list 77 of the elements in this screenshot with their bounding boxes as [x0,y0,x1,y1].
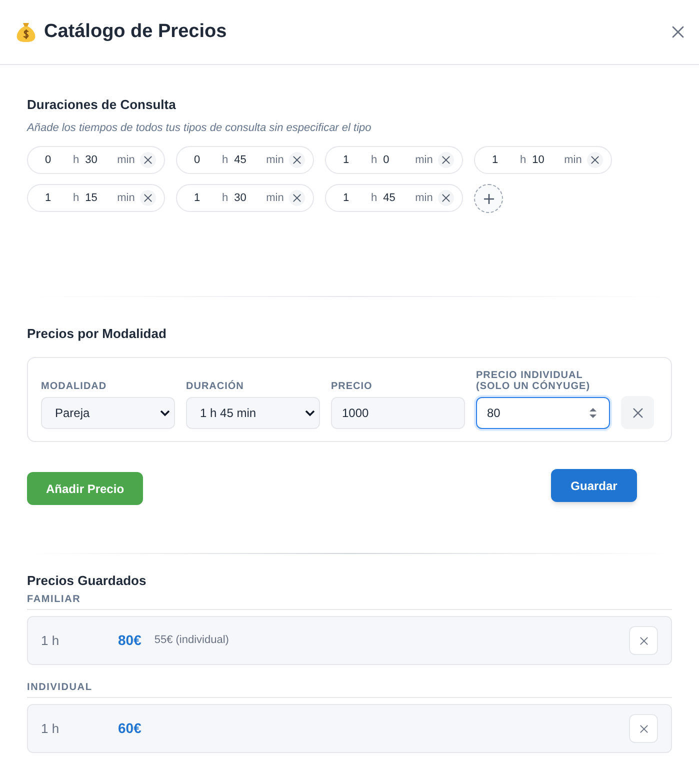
minutes-input[interactable]: 30 [85,152,116,168]
delete-button[interactable] [621,396,654,429]
close-icon [442,194,450,202]
minutes-input[interactable]: 45 [234,152,264,168]
duration-text: 1 h [41,632,60,650]
close-icon [442,156,450,164]
minutes-input[interactable]: 30 [234,190,264,206]
unit-label: h [73,190,80,206]
remove-button[interactable] [140,152,156,168]
remove-button[interactable] [288,190,305,206]
group-heading: FAMILIAR [27,594,81,605]
section-hint: Añade los tiempos de todos tus tipos de consulta sin especificar el tipo [27,121,372,135]
hours-input[interactable]: 1 [480,152,510,168]
unit-label: min [266,152,284,168]
hours-input[interactable]: 0 [182,152,212,168]
unit-label: h [520,152,526,168]
minutes-input[interactable]: 45 [383,190,414,206]
unit-label: min [117,152,135,168]
close-icon [292,194,301,202]
price-text: 60€ [118,719,142,738]
unit-label: h [371,190,378,206]
remove-button[interactable] [140,190,156,206]
remove-button[interactable] [438,190,454,206]
delete-button[interactable] [629,626,658,655]
unit-label: h [222,190,228,206]
close-icon [640,724,648,732]
close-icon [632,408,642,418]
select-field[interactable]: 1 h 45 min [186,397,320,429]
field-label: DURACIÓN [186,381,244,392]
unit-label: h [371,152,378,168]
remove-button[interactable] [288,152,305,168]
hours-input[interactable]: 0 [33,152,63,168]
close-icon [672,26,684,38]
close-icon [144,194,152,202]
minutes-input[interactable]: 10 [532,152,562,168]
select-field[interactable]: Pareja [41,397,175,429]
number-input[interactable]: 80 [476,397,610,429]
hours-input[interactable]: 1 [331,152,361,168]
delete-button[interactable] [629,714,658,743]
remove-button[interactable] [586,152,603,168]
unit-label: h [73,152,80,168]
price-text: 80€ [118,631,142,650]
unit-label: min [117,190,135,206]
group-heading: INDIVIDUAL [27,682,92,693]
unit-label: min [564,152,582,168]
add-duration-button[interactable] [474,184,503,213]
unit-label: min [415,152,433,168]
close-button[interactable] [671,25,685,39]
field-label: MODALIDAD [41,381,107,392]
close-icon [590,156,599,164]
dialog-title: Catálogo de Precios [44,20,227,44]
individual-price-text: 55€ (individual) [154,633,229,648]
duration-text: 1 h [41,720,60,738]
remove-button[interactable] [438,152,454,168]
unit-label: min [266,190,284,206]
hours-input[interactable]: 1 [331,190,361,206]
section-title: Precios Guardados [27,573,146,589]
hours-input[interactable]: 1 [182,190,212,206]
chevron-down-icon [160,410,170,416]
price-input[interactable]: 1000 [331,397,465,429]
unit-label: min [415,190,433,206]
minutes-input[interactable]: 15 [85,190,116,206]
spinner-arrows-icon [589,407,597,419]
plus-icon [482,192,494,204]
minutes-input[interactable]: 0 [383,152,414,168]
chevron-down-icon [305,410,315,416]
save-button[interactable]: Guardar [551,469,637,502]
close-icon [640,636,648,644]
money-bag-icon [15,21,37,43]
unit-label: h [222,152,228,168]
field-label: PRECIO INDIVIDUAL (SOLO UN CÓNYUGE) [476,370,592,392]
hours-input[interactable]: 1 [33,190,63,206]
close-icon [144,156,152,164]
close-icon [292,156,301,164]
section-title: Duraciones de Consulta [27,97,176,113]
field-label: PRECIO [331,381,372,392]
section-title: Precios por Modalidad [27,326,166,342]
